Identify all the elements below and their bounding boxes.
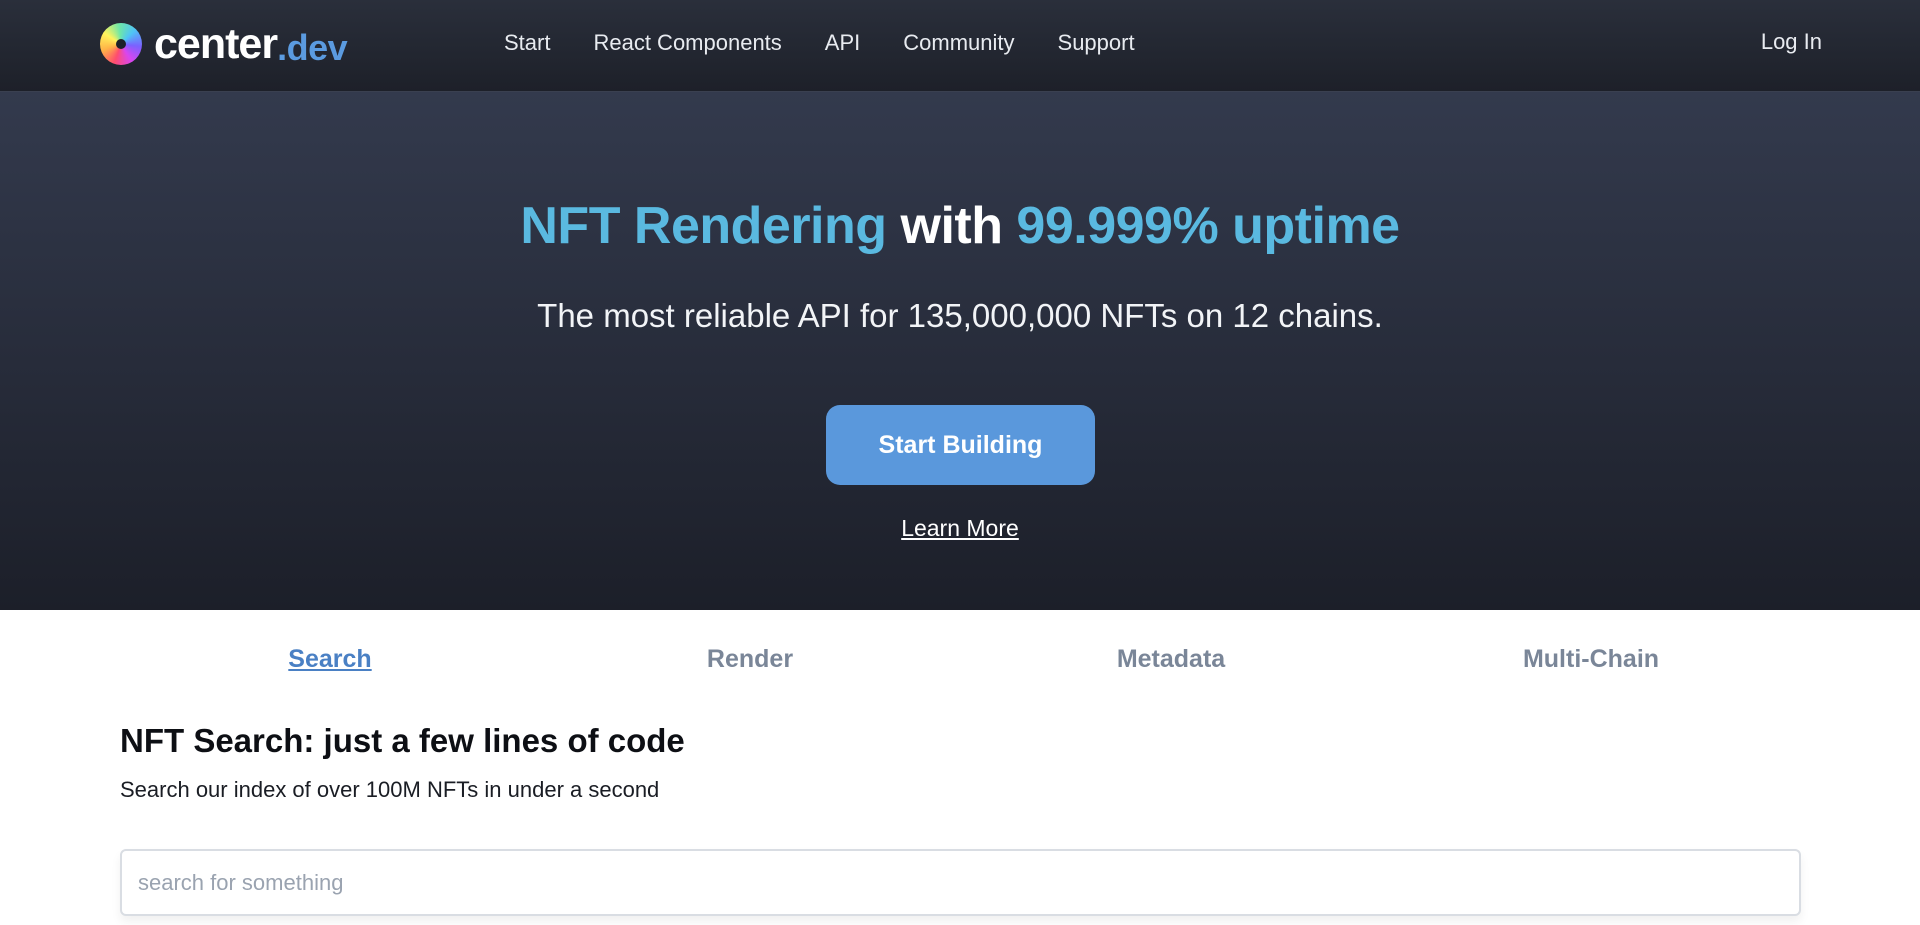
- logo-wordmark: center: [154, 20, 278, 68]
- hero-title-connector: with: [886, 197, 1017, 255]
- section-description: Search our index of over 100M NFTs in un…: [120, 777, 660, 802]
- nft-search-input[interactable]: [120, 849, 1801, 916]
- logo-icon: [100, 23, 142, 65]
- nav-link-community[interactable]: Community: [903, 30, 1014, 56]
- hero-subtitle: The most reliable API for 135,000,000 NF…: [537, 297, 1383, 334]
- hero-title-highlight-1: NFT Rendering: [520, 197, 887, 255]
- tab-metadata[interactable]: Metadata: [961, 645, 1381, 674]
- nav-link-react-components[interactable]: React Components: [593, 30, 781, 56]
- start-building-button[interactable]: Start Building: [826, 405, 1095, 485]
- top-navbar: center .dev Start React Components API C…: [0, 0, 1920, 92]
- tab-render[interactable]: Render: [540, 645, 960, 674]
- hero-title-highlight-2: 99.999% uptime: [1016, 197, 1400, 255]
- logo-tld: .dev: [277, 27, 348, 68]
- main-nav: Start React Components API Community Sup…: [504, 0, 1178, 86]
- learn-more-link[interactable]: Learn More: [901, 515, 1019, 541]
- hero-title: NFT Rendering with 99.999% uptime: [0, 196, 1920, 256]
- tab-search[interactable]: Search: [120, 645, 540, 674]
- login-link[interactable]: Log In: [1761, 29, 1822, 55]
- tab-multi-chain[interactable]: Multi-Chain: [1381, 645, 1801, 674]
- feature-tabs: Search Render Metadata Multi-Chain: [0, 645, 1920, 677]
- nav-link-start[interactable]: Start: [504, 30, 550, 56]
- nav-link-support[interactable]: Support: [1058, 30, 1135, 56]
- hero-section: NFT Rendering with 99.999% uptime The mo…: [0, 92, 1920, 610]
- logo[interactable]: center .dev: [100, 20, 348, 68]
- nav-link-api[interactable]: API: [825, 30, 860, 56]
- section-title: NFT Search: just a few lines of code: [120, 722, 685, 759]
- learn-more-wrapper: Learn More: [0, 515, 1920, 542]
